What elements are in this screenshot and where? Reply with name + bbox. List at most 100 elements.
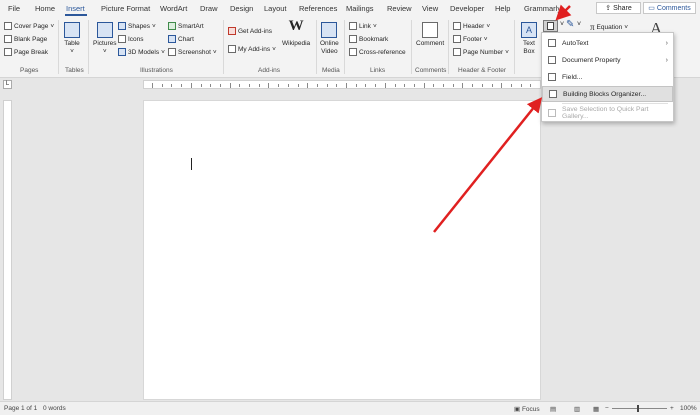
- screenshot-icon: [168, 48, 176, 56]
- wikipedia-icon: W: [288, 18, 304, 34]
- my-add-ins-button[interactable]: My Add-ins ˅: [228, 45, 276, 53]
- ruler-tick: [375, 84, 377, 87]
- menu-item-document-property[interactable]: Document Property ›: [542, 52, 673, 68]
- zoom-out-icon[interactable]: −: [605, 405, 609, 412]
- equation-button[interactable]: π Equation ˅: [590, 22, 628, 32]
- chevron-down-icon: ˅: [624, 23, 629, 31]
- link-icon: [349, 22, 357, 30]
- zoom-slider[interactable]: [612, 408, 667, 409]
- smartart-button[interactable]: SmartArt: [168, 22, 204, 30]
- icons-icon: [118, 35, 126, 43]
- ruler-tick: [268, 83, 270, 88]
- get-add-ins-button[interactable]: Get Add-ins: [228, 27, 272, 35]
- chevron-down-icon: ˅: [161, 48, 165, 56]
- icons-button[interactable]: Icons: [118, 35, 144, 43]
- print-layout-icon[interactable]: ▥: [574, 405, 580, 413]
- group-label-header-footer: Header & Footer: [458, 67, 507, 74]
- tab-developer[interactable]: Developer: [450, 4, 484, 13]
- document-page[interactable]: [143, 100, 541, 400]
- ruler-tick: [423, 83, 425, 88]
- ruler-tick: [287, 84, 289, 87]
- shapes-icon: [118, 22, 126, 30]
- tab-file[interactable]: File: [8, 4, 20, 13]
- tab-mailings[interactable]: Mailings: [346, 4, 374, 13]
- cross-reference-button[interactable]: Cross-reference: [349, 48, 406, 56]
- ruler-tick: [152, 83, 153, 88]
- table-icon: [64, 22, 80, 38]
- share-button[interactable]: ⇪ Share: [596, 2, 641, 14]
- page-break-button[interactable]: Page Break: [4, 48, 48, 56]
- chevron-right-icon: ›: [665, 56, 668, 64]
- ruler-tick: [171, 84, 173, 87]
- ruler-tick: [161, 84, 163, 87]
- tab-layout[interactable]: Layout: [264, 4, 287, 13]
- cover-page-button[interactable]: Cover Page ˅: [4, 22, 54, 30]
- ruler-tick: [384, 83, 386, 88]
- field-icon: [548, 73, 556, 81]
- ruler-tick: [181, 84, 183, 87]
- chevron-down-icon: ˅: [50, 22, 55, 30]
- chevron-down-icon[interactable]: ˅: [577, 21, 581, 28]
- tab-picture-format[interactable]: Picture Format: [101, 4, 150, 13]
- screenshot-button[interactable]: Screenshot ˅: [168, 48, 217, 56]
- share-icon: ⇪: [605, 5, 612, 12]
- zoom-slider-thumb[interactable]: [637, 405, 639, 412]
- tab-insert[interactable]: Insert: [66, 4, 85, 13]
- signature-line-icon[interactable]: ✎: [566, 19, 574, 30]
- quick-parts-button[interactable]: [543, 20, 558, 32]
- 3d-models-button[interactable]: 3D Models ˅: [118, 48, 165, 56]
- tab-home[interactable]: Home: [35, 4, 55, 13]
- group-label-comments: Comments: [415, 67, 447, 74]
- web-layout-icon[interactable]: ▦: [593, 405, 599, 413]
- save-selection-icon: [548, 109, 556, 117]
- ruler-tick: [219, 84, 221, 87]
- menu-item-field[interactable]: Field...: [542, 69, 673, 85]
- bookmark-button[interactable]: Bookmark: [349, 35, 388, 43]
- ruler-tick: [297, 84, 299, 87]
- chevron-down-icon: ˅: [505, 48, 509, 56]
- quick-parts-icon: [547, 22, 554, 30]
- menu-item-building-blocks-organizer[interactable]: Building Blocks Organizer...: [542, 86, 673, 102]
- tab-help[interactable]: Help: [495, 4, 510, 13]
- wikipedia-button[interactable]: W Wikipedia: [282, 18, 310, 48]
- footer-button[interactable]: Footer ˅: [453, 35, 488, 43]
- ruler-tick: [346, 83, 347, 88]
- tab-wordart[interactable]: WordArt: [160, 4, 187, 13]
- tab-grammarly[interactable]: Grammarly: [524, 4, 561, 13]
- menu-item-autotext[interactable]: AutoText ›: [542, 35, 673, 51]
- tab-review[interactable]: Review: [387, 4, 412, 13]
- tab-design[interactable]: Design: [230, 4, 253, 13]
- read-mode-icon[interactable]: ▤: [550, 405, 556, 413]
- online-video-button[interactable]: Online Video: [320, 22, 339, 56]
- chevron-down-icon[interactable]: ˅: [560, 21, 564, 28]
- horizontal-ruler[interactable]: [143, 80, 541, 89]
- zoom-in-icon[interactable]: +: [670, 405, 674, 412]
- table-button[interactable]: Table ˅: [64, 22, 80, 56]
- zoom-level[interactable]: 100%: [680, 405, 697, 412]
- pictures-button[interactable]: Pictures ˅: [93, 22, 116, 56]
- page-number-button[interactable]: Page Number ˅: [453, 48, 509, 56]
- header-button[interactable]: Header ˅: [453, 22, 490, 30]
- shapes-button[interactable]: Shapes ˅: [118, 22, 156, 30]
- tab-draw[interactable]: Draw: [200, 4, 218, 13]
- tab-view[interactable]: View: [422, 4, 438, 13]
- bookmark-icon: [349, 35, 357, 43]
- text-box-button[interactable]: A Text Box: [521, 22, 537, 56]
- comments-button[interactable]: ▭ Comments: [643, 2, 696, 14]
- chevron-down-icon: ˅: [486, 22, 491, 30]
- focus-mode-button[interactable]: ▣ Focus: [514, 405, 540, 413]
- blank-page-button[interactable]: Blank Page: [4, 35, 47, 43]
- link-button[interactable]: Link ˅: [349, 22, 377, 30]
- ruler-tick: [472, 84, 474, 87]
- vertical-ruler[interactable]: [3, 100, 12, 400]
- page-count[interactable]: Page 1 of 1: [4, 405, 37, 412]
- chart-button[interactable]: Chart: [168, 35, 194, 43]
- word-count[interactable]: 0 words: [43, 405, 66, 412]
- ruler-tick: [501, 83, 503, 88]
- ruler-tick: [210, 84, 212, 87]
- new-comment-button[interactable]: Comment: [416, 22, 444, 48]
- group-divider: [448, 20, 449, 74]
- tab-references[interactable]: References: [299, 4, 337, 13]
- cover-page-icon: [4, 22, 12, 30]
- tab-selector[interactable]: L: [3, 80, 12, 89]
